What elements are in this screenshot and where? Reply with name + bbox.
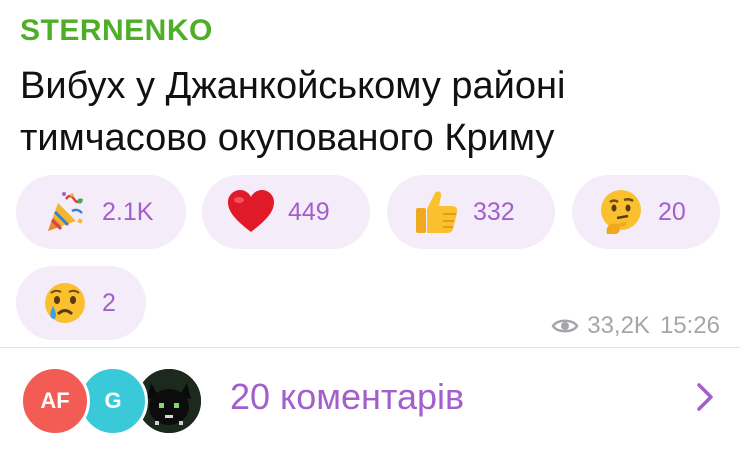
message-line: Вибух у Джанкойському районі xyxy=(20,65,566,107)
message-line: тимчасово окупованого Криму xyxy=(20,117,555,159)
red-heart-icon xyxy=(226,187,276,237)
views-count: 33,2K xyxy=(587,312,650,339)
reaction-thumbs-up[interactable]: 332 xyxy=(387,175,555,249)
thumbs-up-icon xyxy=(411,187,461,237)
message-time: 15:26 xyxy=(659,312,720,339)
message-meta: 33,2K 15:26 xyxy=(551,312,720,340)
reaction-party-popper[interactable]: 2.1K xyxy=(16,175,186,249)
reaction-crying-face[interactable]: 2 xyxy=(16,266,146,340)
comments-label: 20 коментарів xyxy=(230,376,465,417)
party-popper-icon xyxy=(40,187,90,237)
reaction-thinking-face[interactable]: 20 xyxy=(572,175,720,249)
reaction-heart[interactable]: 449 xyxy=(202,175,370,249)
reaction-count: 2 xyxy=(102,288,116,317)
comments-button[interactable]: AF G 20 коментарів xyxy=(0,348,740,451)
reaction-count: 332 xyxy=(473,197,515,226)
chevron-right-icon xyxy=(696,382,714,417)
message-bubble: STERNENKO Вибух у Джанкойському районі т… xyxy=(0,0,740,451)
eye-icon xyxy=(551,316,579,336)
channel-name[interactable]: STERNENKO xyxy=(20,14,213,48)
reaction-count: 449 xyxy=(288,197,330,226)
reaction-count: 20 xyxy=(658,197,686,226)
crying-face-icon xyxy=(40,278,90,328)
message-text: Вибух у Джанкойському районі тимчасово о… xyxy=(20,60,720,164)
avatar: AF xyxy=(20,366,90,436)
reaction-count: 2.1K xyxy=(102,197,154,226)
thinking-face-icon xyxy=(596,187,646,237)
